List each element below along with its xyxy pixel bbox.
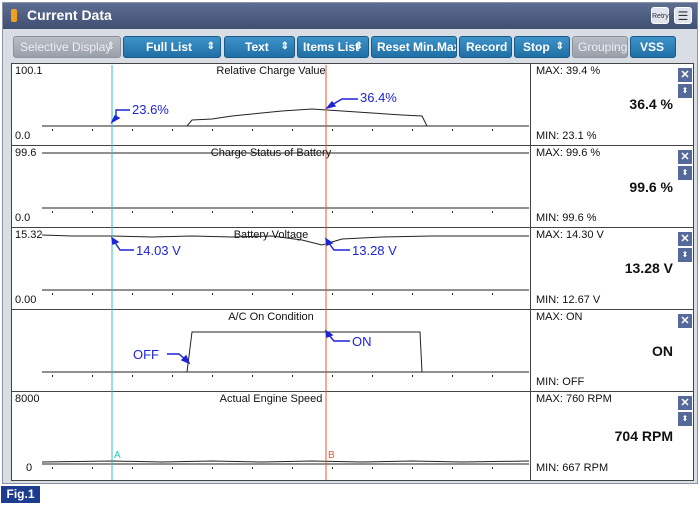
- arrow-23-head: [110, 115, 121, 124]
- tick-dots: [52, 129, 493, 469]
- tick-row-4: [52, 467, 493, 469]
- text-button[interactable]: Text ⇕: [224, 36, 295, 58]
- trace-ac-condition: [42, 331, 529, 373]
- tick-row-2: [52, 293, 493, 295]
- dropdown-arrow-icon: ⇕: [280, 41, 289, 52]
- record-button[interactable]: Record: [459, 36, 512, 58]
- retry-icon[interactable]: Retry: [651, 7, 669, 24]
- title-marker-icon: [11, 9, 17, 22]
- baselines: [42, 125, 529, 465]
- tick-row-3: [52, 375, 493, 377]
- arrow-14-head: [111, 236, 120, 245]
- dropdown-arrow-icon: ⇕: [555, 41, 564, 52]
- reset-min-max-button[interactable]: Reset Min.Max: [371, 36, 457, 58]
- toolbar: Selective Display ⇕ Full List ⇕ Text ⇕ Item…: [3, 33, 697, 61]
- stop-label: Stop: [523, 40, 550, 54]
- data-panel: 100.1 Relative Charge Value 0.0 23.6% 36…: [11, 63, 694, 481]
- stop-button[interactable]: Stop ⇕: [514, 36, 570, 58]
- trace-engine-speed: [41, 460, 530, 463]
- full-list-button[interactable]: Full List ⇕: [123, 36, 221, 58]
- figure-label: Fig.1: [1, 486, 40, 503]
- reset-min-max-label: Reset Min.Max: [377, 40, 457, 54]
- full-list-label: Full List: [146, 40, 192, 54]
- grouping-button[interactable]: Grouping: [572, 36, 628, 58]
- tick-row-1: [52, 211, 493, 213]
- arrow-36-head: [325, 100, 337, 110]
- dropdown-arrow-icon: ⇕: [206, 41, 215, 52]
- record-label: Record: [466, 40, 508, 54]
- app-window: Current Data Retry ☰ Selective Display ⇕ …: [2, 2, 698, 484]
- menu-icon[interactable]: ☰: [674, 7, 692, 24]
- arrow-13-head: [325, 237, 334, 246]
- annotation-arrows: [110, 98, 358, 365]
- graph-overlay: [41, 65, 530, 480]
- grouping-label: Grouping: [578, 40, 628, 54]
- vss-button[interactable]: VSS: [630, 36, 676, 58]
- dropdown-arrow-icon: ⇕: [354, 41, 363, 52]
- title-bar: Current Data Retry ☰: [3, 3, 697, 29]
- selective-display-label: Selective Display: [20, 40, 112, 54]
- tick-row-0: [52, 129, 493, 131]
- items-list-button[interactable]: Items List ⇕: [297, 36, 369, 58]
- dropdown-arrow-icon: ⇕: [106, 41, 115, 52]
- selective-display-button[interactable]: Selective Display ⇕: [13, 36, 121, 58]
- text-label: Text: [245, 40, 269, 54]
- retry-label: Retry: [652, 13, 669, 20]
- vss-label: VSS: [640, 40, 665, 54]
- items-list-label: Items List: [303, 40, 360, 54]
- window-title: Current Data: [27, 7, 112, 23]
